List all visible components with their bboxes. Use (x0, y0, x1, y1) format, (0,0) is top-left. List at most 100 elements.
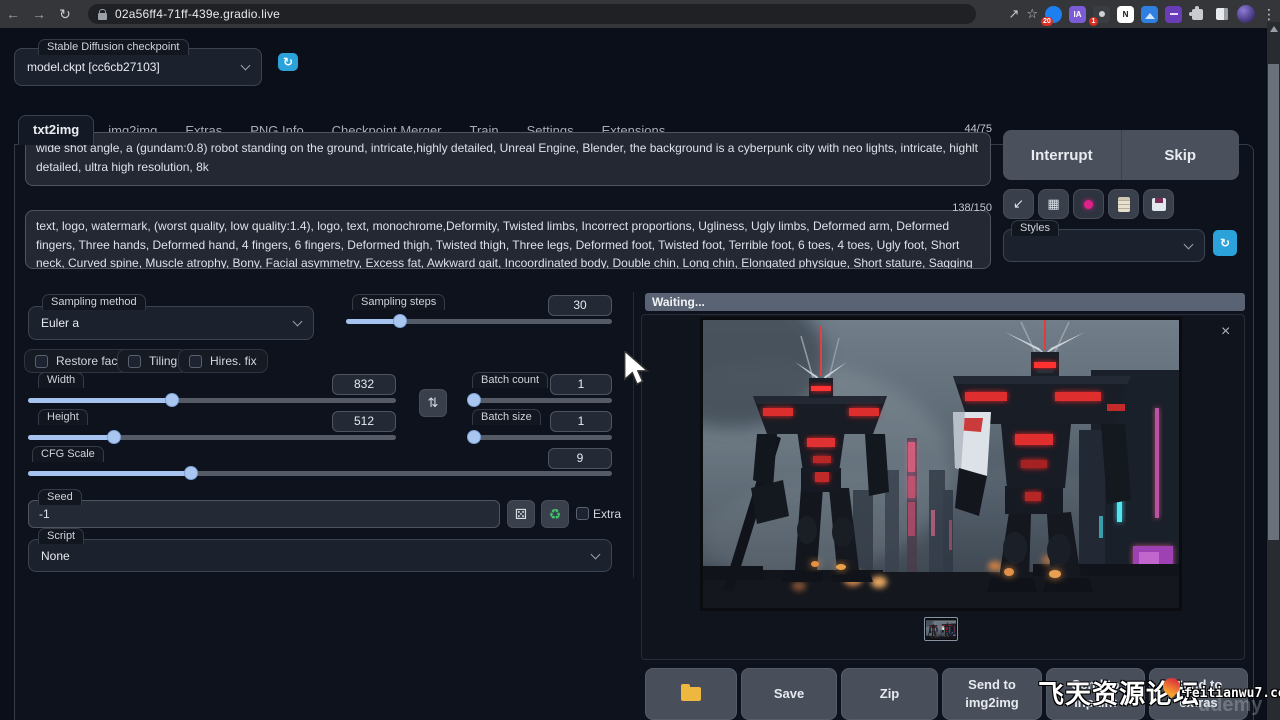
zip-button[interactable]: Zip (841, 668, 938, 720)
chevron-down-icon (241, 61, 251, 71)
cfg-scale-slider-handle[interactable] (184, 466, 198, 480)
card-dot-icon (1084, 200, 1093, 209)
styles-label: Styles (1011, 220, 1059, 236)
clipboard-icon (1118, 197, 1130, 212)
forward-icon[interactable]: → (26, 6, 52, 22)
watermark-domain: feitianwu7.com (1184, 686, 1280, 701)
script-label: Script (38, 528, 84, 544)
generated-image[interactable] (700, 317, 1182, 611)
extension-badge: 20 (1041, 17, 1053, 26)
app-root: ← → ↻ 02a56ff4-71ff-439e.gradio.live ↗ ☆… (0, 0, 1280, 720)
checkpoint-refresh-button[interactable]: ↻ (278, 53, 298, 71)
generate-actions: Interrupt Skip (1003, 130, 1239, 180)
lock-icon (98, 9, 107, 20)
extension-image-icon[interactable] (1141, 6, 1158, 23)
sampling-steps-slider-handle[interactable] (393, 314, 407, 328)
checkbox-icon (189, 355, 202, 368)
seed-label: Seed (38, 489, 82, 505)
folder-icon (681, 687, 701, 701)
batch-size-label: Batch size (472, 409, 541, 425)
extension-ia-icon[interactable]: IA (1069, 6, 1086, 23)
back-icon[interactable]: ← (0, 6, 26, 22)
batch-size-slider-handle[interactable] (467, 430, 481, 444)
sampling-method-label: Sampling method (42, 294, 146, 310)
height-input[interactable]: 512 (332, 411, 396, 432)
batch-count-label: Batch count (472, 372, 548, 388)
extension-badge: 1 (1089, 17, 1098, 26)
extension-notion-icon[interactable]: N (1117, 6, 1134, 23)
seed-extra-label: Extra (593, 507, 621, 521)
save-style-button[interactable] (1143, 189, 1174, 219)
negative-prompt-textarea[interactable]: text, logo, watermark, (worst quality, l… (25, 210, 991, 269)
scrollbar-up-arrow[interactable] (1270, 26, 1278, 32)
cfg-scale-input[interactable]: 9 (548, 448, 612, 469)
sampling-method-dropdown[interactable]: Euler a (28, 306, 314, 340)
batch-count-slider[interactable] (468, 398, 612, 403)
sampling-steps-input[interactable]: 30 (548, 295, 612, 316)
mouse-cursor (624, 351, 650, 387)
reload-icon[interactable]: ↻ (52, 6, 78, 23)
bookmark-star-icon[interactable]: ☆ (1026, 6, 1038, 22)
batch-size-input[interactable]: 1 (550, 411, 612, 432)
sampling-method-value: Euler a (41, 316, 79, 330)
script-dropdown[interactable]: None (28, 539, 612, 572)
chevron-down-icon (591, 549, 601, 559)
seed-extra-checkbox[interactable] (576, 507, 589, 520)
extension-onenote-icon[interactable] (1165, 6, 1182, 23)
close-icon[interactable]: × (1221, 323, 1230, 341)
kebab-menu-icon[interactable]: ⋮ (1262, 6, 1276, 23)
refresh-icon: ↻ (283, 55, 293, 69)
scrollbar-thumb[interactable] (1268, 64, 1279, 540)
reuse-seed-button[interactable]: ♻ (541, 500, 569, 528)
clear-prompt-button[interactable]: ▦ (1038, 189, 1069, 219)
floppy-disk-icon (1152, 198, 1166, 211)
seed-input[interactable]: -1 (28, 500, 500, 528)
hires-fix-label: Hires. fix (210, 354, 257, 368)
save-button[interactable]: Save (741, 668, 837, 720)
height-slider-handle[interactable] (107, 430, 121, 444)
sampling-steps-label: Sampling steps (352, 294, 445, 310)
batch-count-slider-handle[interactable] (467, 393, 481, 407)
checkbox-icon (128, 355, 141, 368)
random-seed-button[interactable]: ⚄ (507, 500, 535, 528)
chevron-down-icon (1184, 239, 1194, 249)
share-icon[interactable]: ↗ (1008, 6, 1019, 22)
send-to-img2img-button[interactable]: Send to img2img (942, 668, 1042, 720)
url-text[interactable]: 02a56ff4-71ff-439e.gradio.live (115, 7, 280, 21)
column-divider (633, 292, 634, 578)
height-label: Height (38, 409, 88, 425)
url-bar[interactable]: 02a56ff4-71ff-439e.gradio.live (88, 4, 976, 24)
progress-status: Waiting... (645, 293, 1245, 311)
chevron-down-icon (293, 317, 303, 327)
styles-refresh-button[interactable]: ↻ (1213, 230, 1237, 256)
sidebar-toggle-icon[interactable] (1213, 6, 1230, 23)
tiling-label: Tiling (149, 354, 177, 368)
width-input[interactable]: 832 (332, 374, 396, 395)
extra-networks-button[interactable] (1073, 189, 1104, 219)
width-slider-handle[interactable] (165, 393, 179, 407)
extension-camera-icon[interactable]: 1 (1093, 6, 1110, 23)
gallery-thumbnail[interactable] (924, 617, 958, 641)
apply-styles-button[interactable] (1108, 189, 1139, 219)
extension-blue-icon[interactable]: 20 (1045, 6, 1062, 23)
grid-trash-icon: ▦ (1047, 196, 1059, 212)
paste-params-button[interactable]: ↙ (1003, 189, 1034, 219)
browser-toolbar: ← → ↻ 02a56ff4-71ff-439e.gradio.live ↗ ☆… (0, 0, 1280, 28)
puzzle-extensions-icon[interactable] (1189, 6, 1206, 23)
batch-count-input[interactable]: 1 (550, 374, 612, 395)
interrupt-button[interactable]: Interrupt (1003, 130, 1121, 180)
batch-size-slider[interactable] (468, 435, 612, 440)
open-folder-button[interactable] (645, 668, 737, 720)
cfg-scale-label: CFG Scale (32, 446, 104, 462)
swap-dimensions-button[interactable]: ⇅ (419, 389, 447, 417)
tab-txt2img[interactable]: txt2img (18, 115, 94, 145)
skip-button[interactable]: Skip (1122, 130, 1240, 180)
swap-icon: ⇅ (428, 395, 439, 411)
prompt-token-counter: 44/75 (930, 123, 992, 135)
profile-avatar[interactable] (1237, 5, 1255, 23)
hires-fix-checkbox[interactable]: Hires. fix (178, 349, 268, 373)
checkpoint-label: Stable Diffusion checkpoint (38, 39, 189, 55)
script-value: None (41, 549, 70, 563)
arrow-down-left-icon: ↙ (1013, 196, 1024, 212)
prompt-textarea[interactable]: wide shot angle, a (gundam:0.8) robot st… (25, 132, 991, 186)
